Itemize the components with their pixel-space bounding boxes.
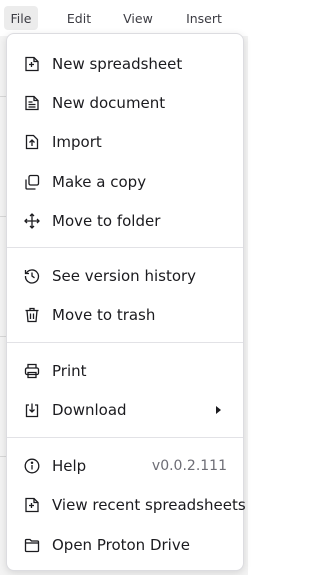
- new-spreadsheet-label: New spreadsheet: [52, 55, 183, 73]
- history-icon: [23, 267, 41, 285]
- menu-view-label: View: [123, 10, 153, 26]
- menu-item-move-to-trash[interactable]: Move to trash: [7, 296, 243, 334]
- import-icon: [23, 133, 41, 151]
- move-to-trash-label: Move to trash: [52, 306, 156, 324]
- import-label: Import: [52, 133, 102, 151]
- help-label: Help: [52, 457, 87, 475]
- copy-icon: [23, 173, 41, 191]
- menu-divider: [7, 437, 243, 438]
- menu-insert[interactable]: Insert: [182, 6, 226, 30]
- menu-bar: File Edit View Insert: [0, 0, 248, 36]
- trash-icon: [23, 306, 41, 324]
- new-document-label: New document: [52, 94, 166, 112]
- submenu-arrow-icon: [216, 406, 221, 414]
- print-label: Print: [52, 362, 87, 380]
- menu-item-print[interactable]: Print: [7, 352, 243, 390]
- info-icon: [23, 457, 41, 475]
- new-spreadsheet-icon: [23, 55, 41, 73]
- menu-item-new-spreadsheet[interactable]: New spreadsheet: [7, 45, 243, 83]
- menu-edit[interactable]: Edit: [60, 6, 98, 30]
- menu-item-open-proton-drive[interactable]: Open Proton Drive: [7, 526, 243, 564]
- menu-item-view-recent-spreadsheets[interactable]: View recent spreadsheets: [7, 486, 246, 524]
- move-icon: [23, 212, 41, 230]
- open-proton-drive-label: Open Proton Drive: [52, 536, 190, 554]
- menu-item-import[interactable]: Import: [7, 123, 243, 161]
- menu-edit-label: Edit: [66, 10, 92, 26]
- see-version-history-label: See version history: [52, 267, 197, 285]
- menu-item-make-a-copy[interactable]: Make a copy: [7, 163, 243, 201]
- folder-icon: [23, 536, 41, 554]
- menu-item-move-to-folder[interactable]: Move to folder: [7, 202, 243, 240]
- new-document-icon: [23, 94, 41, 112]
- menu-file[interactable]: File: [4, 6, 38, 30]
- view-recent-spreadsheets-label: View recent spreadsheets: [52, 496, 246, 514]
- menu-view[interactable]: View: [118, 6, 158, 30]
- version-text: v0.0.2.111: [151, 458, 227, 474]
- menu-item-help[interactable]: Help v0.0.2.111: [7, 447, 243, 485]
- menu-insert-label: Insert: [186, 10, 222, 26]
- download-icon: [23, 401, 41, 419]
- make-a-copy-label: Make a copy: [52, 173, 147, 191]
- print-icon: [23, 362, 41, 380]
- menu-item-new-document[interactable]: New document: [7, 84, 243, 122]
- move-to-folder-label: Move to folder: [52, 212, 161, 230]
- file-menu-dropdown: New spreadsheet New document Import Make…: [6, 33, 246, 571]
- menu-divider: [7, 247, 243, 248]
- menu-file-label: File: [10, 10, 32, 26]
- menu-item-see-version-history[interactable]: See version history: [7, 257, 243, 295]
- menu-item-download[interactable]: Download: [7, 391, 243, 429]
- menu-divider: [7, 342, 243, 343]
- download-label: Download: [52, 401, 127, 419]
- recent-spreadsheets-icon: [23, 496, 41, 514]
